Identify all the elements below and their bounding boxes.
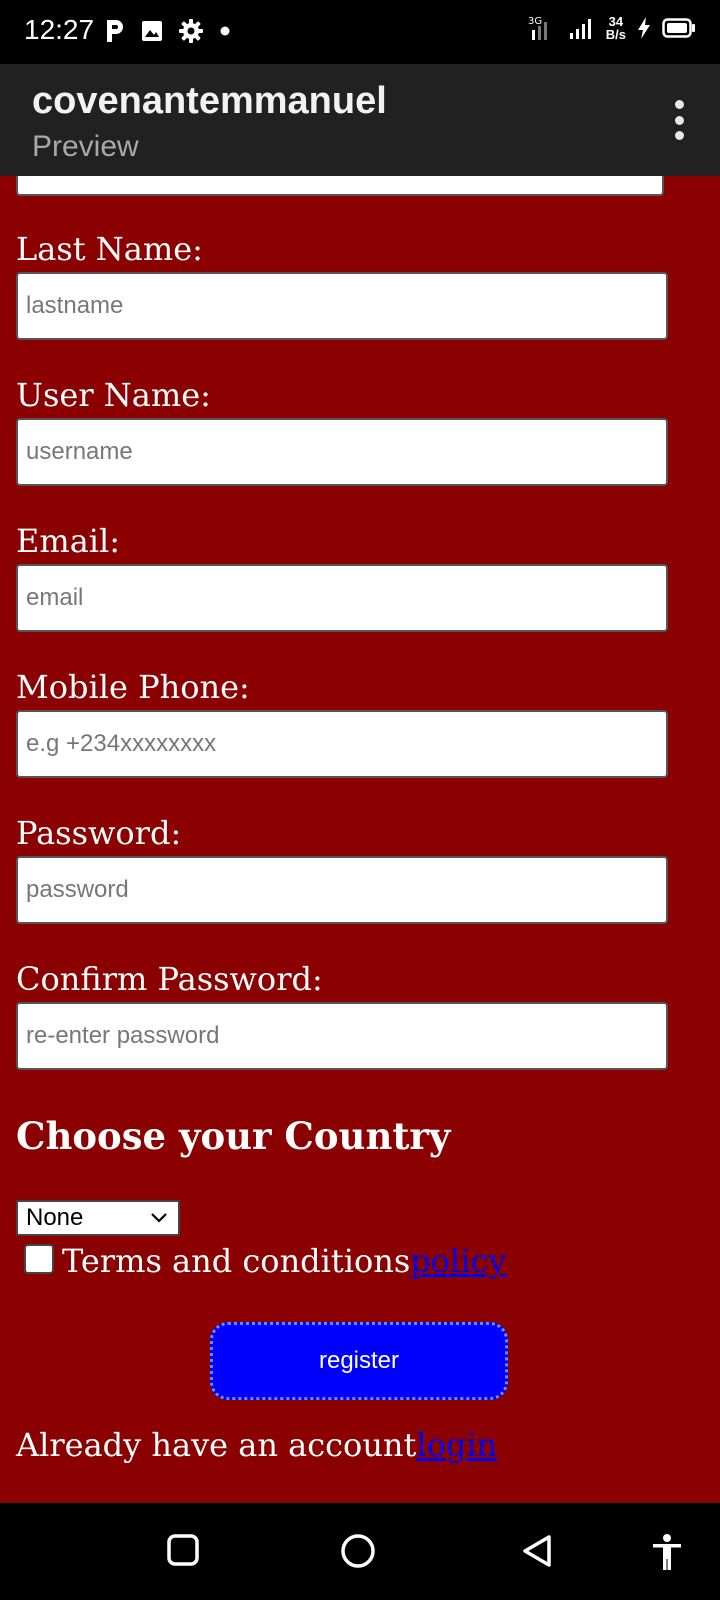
charging-icon: [638, 17, 650, 39]
status-bar: 12:27 3G 34 B/s: [0, 0, 720, 64]
account-line: Already have an accountlogin: [16, 1426, 497, 1464]
settings-gear-icon: [179, 19, 203, 43]
login-link[interactable]: login: [416, 1426, 497, 1464]
network-speed-unit: B/s: [605, 27, 626, 42]
country-selected-value: None: [26, 1204, 84, 1231]
country-select[interactable]: None: [16, 1200, 180, 1236]
account-text: Already have an account: [16, 1426, 417, 1464]
back-triangle-icon[interactable]: [520, 1533, 554, 1569]
phone-label: Mobile Phone:: [16, 668, 250, 706]
app-title: covenantemmanuel: [32, 80, 387, 122]
registration-form: Last Name: User Name: Email: Mobile Phon…: [0, 176, 720, 1503]
email-label: Email:: [16, 522, 121, 560]
battery-icon: [662, 18, 695, 38]
country-heading: Choose your Country: [16, 1114, 451, 1158]
chevron-down-icon: [151, 1213, 167, 1223]
lastname-label: Last Name:: [16, 230, 203, 268]
signal-icon: [569, 19, 591, 39]
username-input[interactable]: [16, 418, 668, 486]
email-input[interactable]: [16, 564, 668, 632]
lastname-input[interactable]: [16, 272, 668, 340]
menu-dot: [674, 131, 684, 140]
terms-line: Terms and conditionspolicy: [62, 1242, 507, 1280]
password-label: Password:: [16, 814, 182, 852]
home-circle-icon[interactable]: [340, 1533, 376, 1569]
image-icon: [142, 21, 162, 41]
notification-dot-icon: [220, 26, 230, 36]
menu-dot: [674, 115, 684, 125]
confirm-password-label: Confirm Password:: [16, 960, 323, 998]
phone-input[interactable]: [16, 710, 668, 778]
parking-app-icon: [107, 20, 123, 42]
network-speed: 34 B/s: [606, 15, 626, 41]
app-subtitle: Preview: [32, 130, 139, 163]
status-notification-icons: [104, 18, 232, 44]
navigation-bar: [0, 1503, 720, 1600]
signal-icon: 3G: [528, 16, 547, 40]
terms-text: Terms and conditions: [62, 1242, 411, 1280]
username-label: User Name:: [16, 376, 211, 414]
more-vert-icon[interactable]: [672, 100, 686, 140]
menu-dot: [674, 100, 684, 109]
policy-link[interactable]: policy: [410, 1242, 506, 1280]
svg-text:3G: 3G: [528, 16, 542, 27]
status-time: 12:27: [24, 14, 95, 45]
recents-square-icon[interactable]: [166, 1533, 200, 1567]
status-system-icons: 3G 34 B/s: [528, 14, 696, 42]
terms-checkbox[interactable]: [24, 1244, 54, 1274]
register-button[interactable]: register: [210, 1322, 508, 1400]
firstname-input-partial[interactable]: [16, 176, 664, 196]
accessibility-icon[interactable]: [651, 1533, 683, 1571]
password-input[interactable]: [16, 856, 668, 924]
confirm-password-input[interactable]: [16, 1002, 668, 1070]
